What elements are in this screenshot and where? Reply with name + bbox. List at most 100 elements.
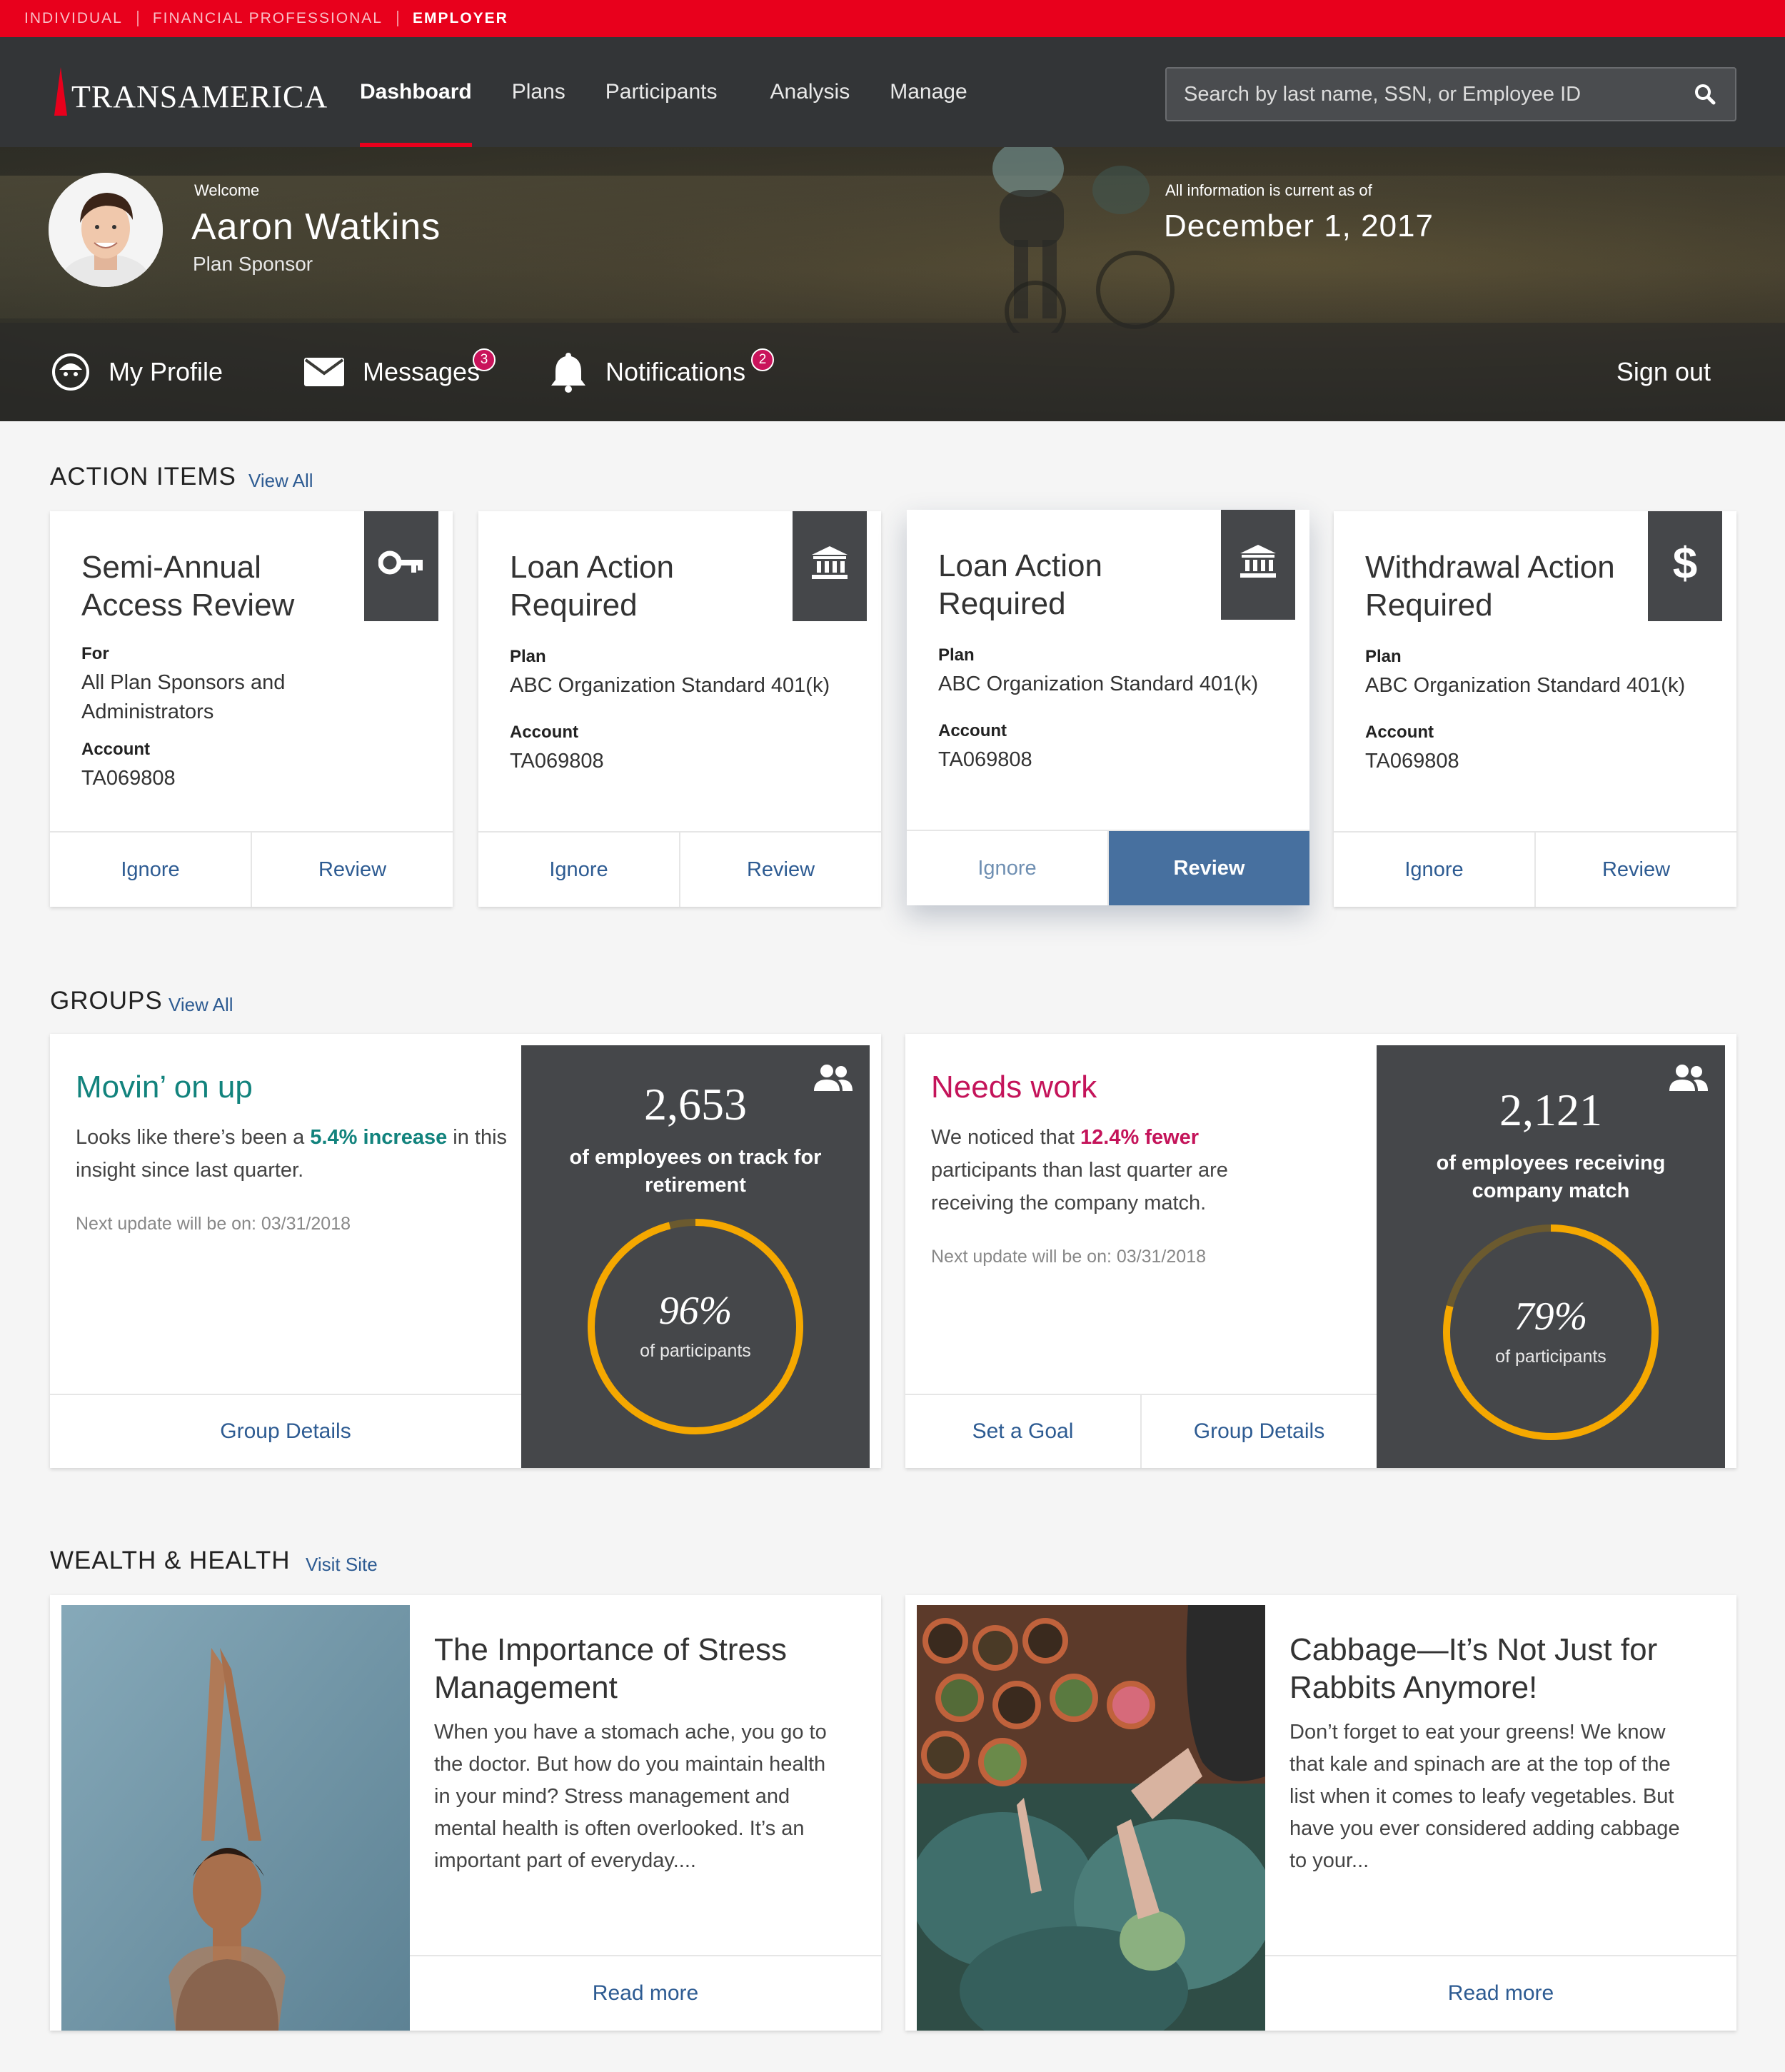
wealth-health-visit-site-link[interactable]: Visit Site — [306, 1554, 378, 1576]
account-number: TA069808 — [1365, 750, 1459, 773]
field-label: Account — [81, 740, 150, 759]
action-card-title: Semi-Annual Access Review — [81, 550, 295, 623]
pyramid-logo-icon — [51, 67, 67, 116]
audience-individual-link[interactable]: Individual — [24, 11, 139, 26]
audience-employer-link[interactable]: Employer — [398, 11, 523, 26]
field-label: Plan — [1365, 647, 1402, 666]
action-card: Loan Action Required Plan ABC Organizati… — [907, 510, 1309, 905]
notifications-count-badge: 2 — [751, 348, 774, 371]
action-card: Loan Action Required Plan ABC Organizati… — [478, 511, 881, 907]
search-input[interactable] — [1184, 82, 1692, 106]
nav-links: Dashboard Plans Participants Analysis Ma… — [360, 37, 1007, 147]
group-card-buttons: Set a Goal Group Details — [905, 1394, 1377, 1468]
bank-icon — [793, 511, 867, 621]
groups-view-all-link[interactable]: View All — [169, 994, 233, 1016]
review-button[interactable]: Review — [1534, 833, 1736, 907]
user-subnav: My Profile Messages 3 Notifications 2 Si… — [0, 323, 1785, 421]
ignore-button[interactable]: Ignore — [478, 833, 679, 907]
brand-name: TRANSAMERICA — [71, 79, 328, 114]
participation-sub-label: of participants — [1495, 1347, 1606, 1367]
next-update-text: Next update will be on: 03/31/2018 — [931, 1247, 1206, 1267]
group-stat-panel: 2,121 of employees receiving company mat… — [1377, 1045, 1725, 1468]
article-title: The Importance of Stress Management — [434, 1632, 787, 1705]
group-description: Looks like there’s been a 5.4% increase … — [76, 1126, 508, 1182]
group-title: Movin’ on up — [76, 1070, 253, 1105]
participant-search — [1165, 67, 1736, 121]
ignore-button[interactable]: Ignore — [907, 831, 1107, 905]
profile-icon — [51, 353, 90, 391]
nav-analysis[interactable]: Analysis — [770, 37, 850, 147]
plan-name: ABC Organization Standard 401(k) — [1365, 674, 1686, 697]
review-button[interactable]: Review — [679, 833, 881, 907]
action-card-title: Loan Action Required — [938, 548, 1102, 621]
notifications-label: Notifications — [605, 357, 746, 386]
messages-link[interactable]: Messages 3 — [304, 323, 496, 421]
participation-percent: 96% — [658, 1289, 733, 1333]
group-card: Needs work We noticed that 12.4% fewer p… — [905, 1034, 1736, 1468]
article-title: Cabbage—It’s Not Just for Rabbits Anymor… — [1289, 1632, 1658, 1705]
search-icon[interactable] — [1692, 81, 1718, 107]
user-role: Plan Sponsor — [193, 253, 313, 275]
messages-label: Messages — [363, 357, 481, 386]
participation-sub-label: of participants — [640, 1341, 751, 1361]
group-highlight: 5.4% increase — [310, 1126, 448, 1149]
participation-percent: 79% — [1514, 1294, 1588, 1339]
nav-plans[interactable]: Plans — [512, 37, 565, 147]
participation-ring: 79% of participants — [1438, 1219, 1664, 1445]
article-card: Cabbage—It’s Not Just for Rabbits Anymor… — [905, 1595, 1736, 2031]
plan-name: ABC Organization Standard 401(k) — [510, 674, 830, 697]
field-label: Account — [510, 723, 578, 742]
read-more-button[interactable]: Read more — [1265, 1955, 1736, 2031]
as-of-date: December 1, 2017 — [1164, 208, 1434, 243]
my-profile-link[interactable]: My Profile — [51, 323, 223, 421]
action-items-heading: ACTION ITEMS — [50, 463, 236, 491]
envelope-icon — [304, 358, 344, 386]
ignore-button[interactable]: Ignore — [50, 833, 251, 907]
group-count: 2,121 — [1499, 1085, 1602, 1135]
group-count-description: of employees on track for retirement — [569, 1146, 822, 1197]
review-button[interactable]: Review — [251, 833, 453, 907]
action-items-view-all-link[interactable]: View All — [248, 470, 313, 492]
audience-bar: Individual Financial Professional Employ… — [0, 0, 1785, 37]
group-details-button[interactable]: Group Details — [1140, 1395, 1377, 1468]
action-card-buttons: Ignore Review — [50, 831, 453, 907]
user-name: Aaron Watkins — [191, 206, 441, 248]
account-number: TA069808 — [81, 767, 176, 790]
sign-out-link[interactable]: Sign out — [1616, 323, 1711, 421]
notifications-link[interactable]: Notifications 2 — [550, 323, 774, 421]
read-more-button[interactable]: Read more — [410, 1955, 881, 2031]
action-card-buttons: Ignore Review — [1334, 831, 1736, 907]
action-card: Withdrawal Action Required $ Plan ABC Or… — [1334, 511, 1736, 907]
next-update-text: Next update will be on: 03/31/2018 — [76, 1214, 351, 1234]
plan-name: ABC Organization Standard 401(k) — [938, 673, 1259, 695]
welcome-label: Welcome — [194, 181, 260, 199]
group-highlight: 12.4% fewer — [1080, 1126, 1200, 1149]
set-a-goal-button[interactable]: Set a Goal — [905, 1395, 1140, 1468]
group-details-button[interactable]: Group Details — [50, 1395, 521, 1468]
action-card-buttons: Ignore Review — [478, 831, 881, 907]
transamerica-logo[interactable]: TRANSAMERICA — [51, 59, 328, 116]
wealth-health-heading: WEALTH & HEALTH — [50, 1547, 291, 1574]
hero-banner: Welcome Aaron Watkins Plan Sponsor All i… — [0, 147, 1785, 421]
nav-participants[interactable]: Participants — [605, 37, 718, 147]
action-card: Semi-Annual Access Review For All Plan S… — [50, 511, 453, 907]
audience-financial-professional-link[interactable]: Financial Professional — [139, 11, 398, 26]
svg-text:$: $ — [1673, 540, 1697, 585]
cabbage-garden-photo — [917, 1605, 1265, 2031]
nav-manage[interactable]: Manage — [890, 37, 967, 147]
my-profile-label: My Profile — [109, 357, 223, 386]
field-value: All Plan Sponsors and Administrators — [81, 671, 286, 723]
group-stat-panel: 2,653 of employees on track for retireme… — [521, 1045, 870, 1468]
account-number: TA069808 — [938, 748, 1032, 771]
bell-icon — [550, 351, 587, 393]
nav-dashboard[interactable]: Dashboard — [360, 37, 472, 147]
group-description: We noticed that 12.4% fewer participants… — [931, 1126, 1228, 1214]
review-button[interactable]: Review — [1107, 831, 1309, 905]
field-label: Plan — [938, 645, 975, 665]
article-card: The Importance of Stress Management When… — [50, 1595, 881, 2031]
main-navbar: TRANSAMERICA Dashboard Plans Participant… — [0, 37, 1785, 147]
yoga-photo — [61, 1605, 410, 2031]
avatar[interactable] — [49, 173, 163, 287]
ignore-button[interactable]: Ignore — [1334, 833, 1534, 907]
messages-count-badge: 3 — [473, 348, 496, 371]
